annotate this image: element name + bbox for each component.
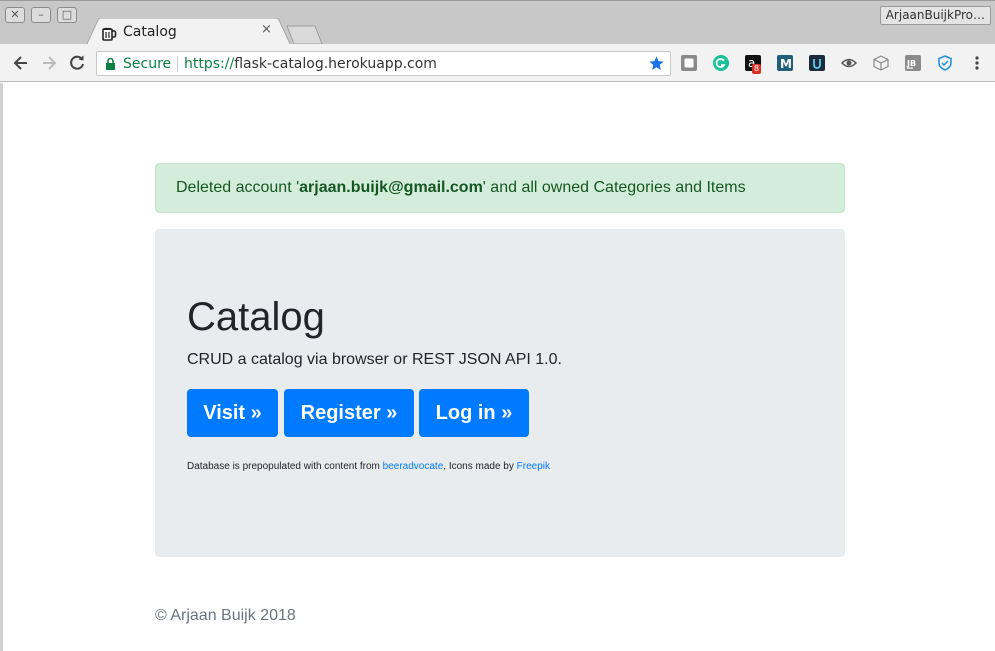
amazon-assistant-icon[interactable]: a 8 [745,55,762,74]
eye-icon[interactable] [840,55,858,71]
url-scheme: https:// [184,56,235,72]
address-bar[interactable]: Secure https://flask-catalog.herokuapp.c… [96,51,671,76]
menu-kebab-icon[interactable] [970,55,984,71]
new-tab-button[interactable] [286,25,324,45]
tab-title: Catalog [123,24,177,40]
tab-catalog[interactable]: Catalog × [86,18,291,46]
pocket-icon[interactable] [681,55,697,71]
forward-arrow-icon[interactable] [39,53,59,73]
shield-glyph [938,55,952,71]
bookmark-star-icon[interactable] [648,55,665,72]
profile-button[interactable]: ArjaanBuijkPro… [879,6,991,25]
page-title: Catalog [187,295,325,339]
cube-glyph [873,55,889,71]
credits-text-2: , Icons made by [443,461,517,472]
jetbrains-icon[interactable]: JB [905,55,921,71]
omnibox-divider [177,56,178,72]
grammarly-glyph [715,58,726,68]
svg-text:M: M [780,57,792,71]
freepik-link[interactable]: Freepik [517,461,550,472]
browser-toolbar: Secure https://flask-catalog.herokuapp.c… [0,44,995,82]
cube-icon[interactable] [873,55,889,71]
svg-text:JB: JB [906,59,916,68]
eye-glyph [840,58,858,68]
m-glyph: M [780,57,792,71]
url-text[interactable]: https://flask-catalog.herokuapp.com [184,56,437,72]
url-host: flask-catalog.herokuapp.com [234,56,437,72]
u-glyph [813,59,821,69]
reload-icon[interactable] [67,53,87,73]
lead-text: CRUD a catalog via browser or REST JSON … [187,351,562,368]
jumbotron: Catalog CRUD a catalog via browser or RE… [155,229,845,557]
beeradvocate-link[interactable]: beeradvocate [383,461,444,472]
beer-mug-icon [102,27,117,41]
success-alert: Deleted account 'arjaan.buijk@gmail.com'… [155,163,845,213]
register-button[interactable]: Register » [284,389,414,437]
alert-email: arjaan.buijk@gmail.com [299,179,483,196]
secure-label: Secure [123,56,172,72]
m-extension-icon[interactable]: M [777,55,793,71]
jetbrains-glyph: JB [906,59,916,69]
alert-suffix: ' and all owned Categories and Items [482,179,746,196]
credits-text: Database is prepopulated with content fr… [187,461,550,472]
shield-icon[interactable] [937,55,953,71]
u-extension-icon[interactable] [809,55,825,71]
alert-prefix: Deleted account ' [176,179,300,196]
credits-text-1: Database is prepopulated with content fr… [187,461,383,472]
footer-copyright: © Arjaan Buijk 2018 [155,607,296,624]
lock-icon [106,57,115,70]
notification-badge: 8 [752,64,762,74]
login-button[interactable]: Log in » [419,389,529,437]
grammarly-icon[interactable] [713,55,729,71]
close-window-button[interactable]: ✕ [5,7,25,23]
back-arrow-icon[interactable] [11,53,31,73]
visit-button[interactable]: Visit » [187,389,278,437]
tab-close-icon[interactable]: × [261,22,272,37]
browser-titlebar: ✕ – □ Catalog × ArjaanBuijkPro… [0,0,995,46]
minimize-window-button[interactable]: – [31,7,51,23]
maximize-window-button[interactable]: □ [57,7,77,23]
pocket-glyph [684,58,694,68]
